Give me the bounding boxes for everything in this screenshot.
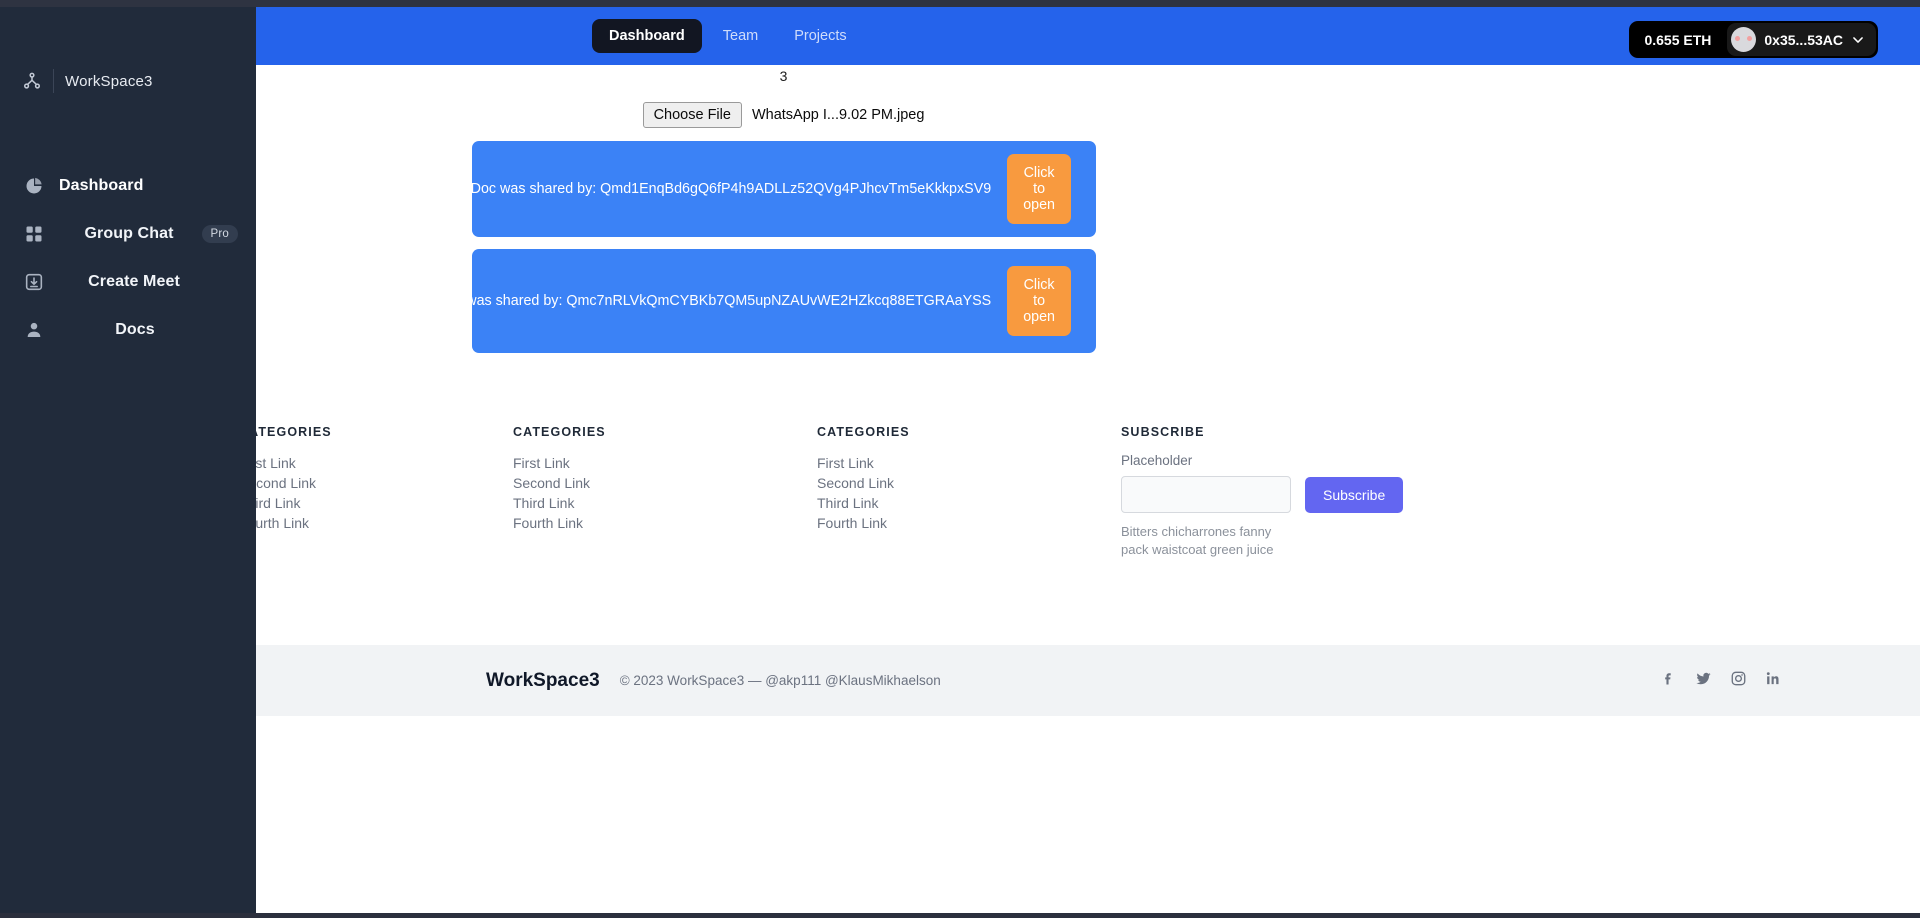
shared-doc-text: Doc was shared by: Qmd1EnqBd6gQ6fP4h9ADL… [470, 181, 992, 197]
footer-column-categories-3: CATEGORIES First Link Second Link Third … [817, 425, 1121, 559]
top-navigation-bar: Dashboard Team Projects 0.655 ETH 0x35..… [256, 7, 1920, 65]
footer-link[interactable]: Fourth Link [256, 513, 513, 533]
workspace-share-icon [22, 71, 42, 91]
sidebar-brand[interactable]: WorkSpace3 [22, 69, 153, 93]
sidebar-brand-label: WorkSpace3 [65, 72, 153, 90]
linkedin-icon[interactable] [1765, 670, 1782, 692]
choose-file-button[interactable]: Choose File [642, 102, 742, 128]
footer-column-heading: CATEGORIES [256, 425, 332, 439]
main-content: Dashboard Team Projects 0.655 ETH 0x35..… [256, 7, 1920, 913]
tab-team[interactable]: Team [708, 19, 773, 53]
footer-link[interactable]: First Link [256, 453, 513, 473]
facebook-icon[interactable] [1660, 670, 1677, 692]
sidebar-item-label-docs: Docs [115, 321, 155, 338]
footer-link[interactable]: Second Link [256, 473, 513, 493]
shared-doc-card: Doc was shared by: Qmd1EnqBd6gQ6fP4h9ADL… [470, 141, 1096, 237]
wallet-account[interactable]: 0x35...53AC [1727, 23, 1876, 56]
footer-link[interactable]: Fourth Link [817, 513, 1121, 533]
shared-doc-text: Doc was shared by: Qmc7nRLVkQmCYBKb7QM5u… [436, 293, 992, 309]
page-bottom-whitespace [256, 716, 1920, 913]
tab-projects[interactable]: Projects [779, 19, 861, 53]
footer-link[interactable]: First Link [817, 453, 1121, 473]
wallet-address: 0x35...53AC [1764, 31, 1843, 48]
footer-link[interactable]: Third Link [256, 493, 513, 513]
subscribe-heading: SUBSCRIBE [1121, 425, 1205, 439]
selected-file-name: WhatsApp I...9.02 PM.jpeg [751, 107, 925, 123]
footer-link[interactable]: Second Link [513, 473, 817, 493]
footer-brand: WorkSpace3 [486, 669, 600, 691]
tab-dashboard[interactable]: Dashboard [592, 19, 702, 53]
subscribe-note: Bitters chicharrones fanny pack waistcoa… [1121, 524, 1274, 557]
subscribe-row: Subscribe [1121, 476, 1521, 513]
app-root: WorkSpace3 Dashboard Group Chat Pro Crea… [0, 0, 1920, 918]
wallet-widget[interactable]: 0.655 ETH 0x35...53AC [1629, 21, 1878, 58]
sidebar-item-create-meet[interactable]: Create Meet [0, 258, 256, 306]
footer-column-categories-1: CATEGORIES First Link Second Link Third … [256, 425, 513, 559]
click-to-open-button[interactable]: Click to open [1007, 266, 1071, 336]
sidebar: WorkSpace3 Dashboard Group Chat Pro Crea… [0, 7, 256, 913]
account-avatar [1731, 27, 1757, 52]
footer-link[interactable]: Second Link [817, 473, 1121, 493]
instagram-icon[interactable] [1730, 670, 1747, 692]
footer-social-links [1660, 670, 1782, 692]
sidebar-item-label-dashboard: Dashboard [59, 177, 144, 194]
download-box-icon [24, 272, 44, 292]
footer-link[interactable]: First Link [513, 453, 817, 473]
top-nav-links: Dashboard Team Projects [592, 19, 862, 53]
sidebar-item-label-create-meet: Create Meet [88, 273, 180, 290]
user-icon [24, 320, 44, 340]
footer-link[interactable]: Third Link [817, 493, 1121, 513]
subscribe-button[interactable]: Subscribe [1305, 476, 1404, 513]
click-to-open-button[interactable]: Click to open [1007, 154, 1071, 224]
file-upload-row: Choose File WhatsApp I...9.02 PM.jpeg [256, 102, 1311, 128]
twitter-icon[interactable] [1695, 670, 1712, 692]
footer-column-heading: CATEGORIES [513, 425, 606, 439]
pro-badge: Pro [201, 225, 238, 243]
grid-squares-icon [24, 224, 44, 244]
footer-copyright: © 2023 WorkSpace3 — @akp111 @KlausMikhae… [619, 673, 941, 688]
subscribe-field-label: Placeholder [1121, 453, 1193, 468]
footer-bar: WorkSpace3 © 2023 WorkSpace3 — @akp111 @… [256, 645, 1920, 716]
brand-divider [53, 69, 54, 93]
footer-column-heading: CATEGORIES [817, 425, 910, 439]
footer-link[interactable]: Fourth Link [513, 513, 817, 533]
footer-subscribe-column: SUBSCRIBE Placeholder Subscribe Bitters … [1121, 425, 1521, 559]
wallet-balance: 0.655 ETH [1644, 31, 1712, 48]
chevron-down-icon[interactable] [1851, 33, 1865, 47]
browser-bottom-strip [0, 913, 1920, 918]
sidebar-item-dashboard[interactable]: Dashboard [0, 162, 256, 210]
pie-chart-icon [24, 176, 44, 196]
subscribe-email-input[interactable] [1121, 476, 1291, 513]
sidebar-item-docs[interactable]: Docs [0, 306, 256, 354]
browser-top-strip [0, 0, 1920, 7]
footer-link[interactable]: Third Link [513, 493, 817, 513]
footer-columns: CATEGORIES First Link Second Link Third … [256, 425, 1920, 559]
sidebar-nav: Dashboard Group Chat Pro Create Meet Doc… [0, 162, 256, 354]
footer-column-categories-2: CATEGORIES First Link Second Link Third … [513, 425, 817, 559]
doc-count: 3 [779, 68, 788, 84]
sidebar-item-group-chat[interactable]: Group Chat Pro [0, 210, 256, 258]
shared-doc-card: Doc was shared by: Qmc7nRLVkQmCYBKb7QM5u… [437, 249, 1096, 353]
